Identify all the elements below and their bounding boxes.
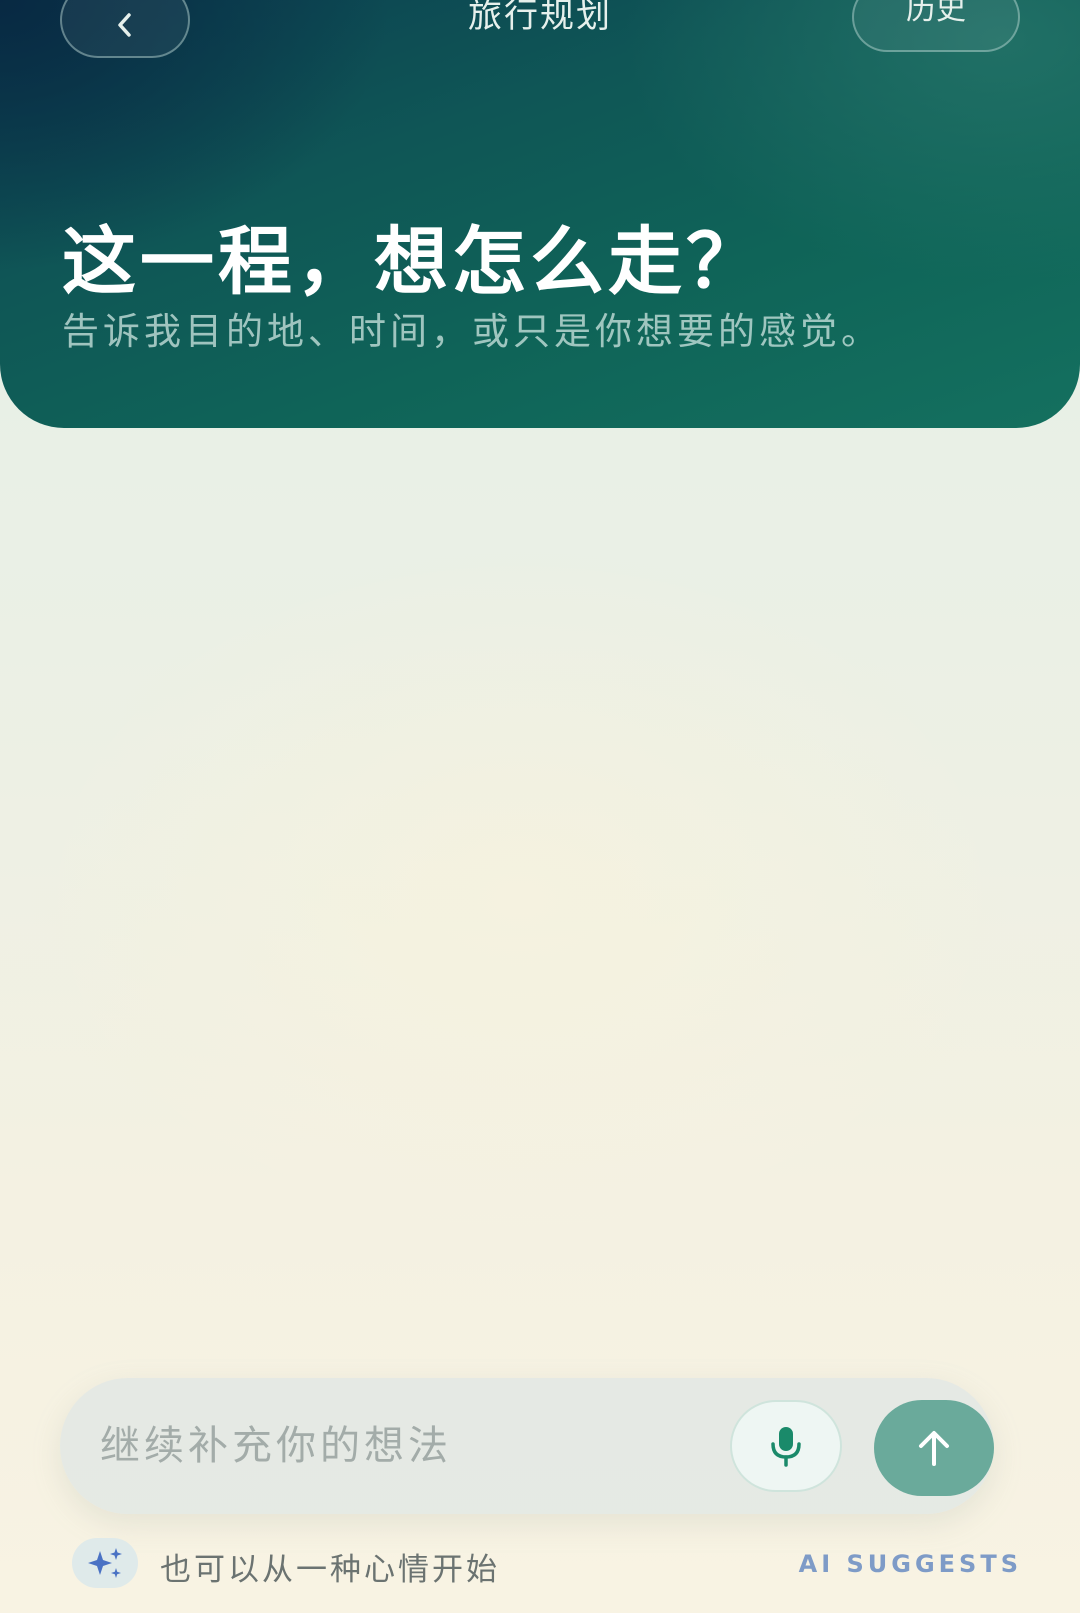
mood-hint-row: 也可以从一种心情开始 AI SUGGESTS <box>72 1538 1022 1598</box>
idea-input[interactable] <box>100 1406 700 1486</box>
ai-suggests-label: AI SUGGESTS <box>798 1550 1022 1578</box>
composer <box>60 1378 994 1514</box>
sparkle-badge <box>72 1538 138 1588</box>
microphone-icon <box>771 1427 801 1467</box>
hero-subtitle: 告诉我目的地、时间，或只是你想要的感觉。 <box>62 310 882 353</box>
hero-title: 这一程，想怎么走？ <box>62 219 764 305</box>
hero-header: 旅行规划 历史 这一程，想怎么走？ 告诉我目的地、时间，或只是你想要的感觉。 <box>0 0 1080 428</box>
history-button[interactable]: 历史 <box>852 0 1020 52</box>
arrow-up-icon <box>919 1431 949 1466</box>
voice-input-button[interactable] <box>730 1400 842 1492</box>
send-button[interactable] <box>874 1400 994 1496</box>
mood-start-link[interactable]: 也可以从一种心情开始 <box>160 1544 500 1589</box>
sparkle-icon <box>88 1548 122 1578</box>
